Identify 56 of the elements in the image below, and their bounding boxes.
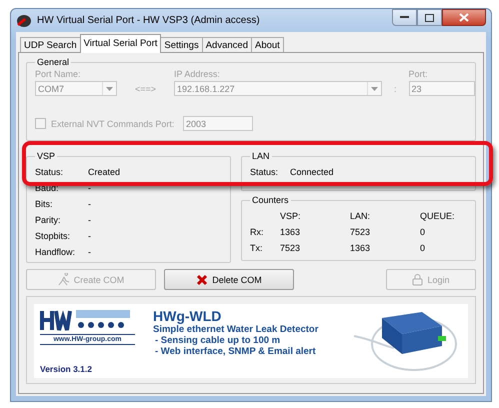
column-header: QUEUE: <box>420 211 456 221</box>
colon-text: : <box>393 84 398 96</box>
tab[interactable]: UDP Search <box>20 37 81 53</box>
feature-text: - Sensing cable up to 100 m <box>154 335 282 346</box>
close-icon <box>459 13 469 22</box>
field-label: IP Address: <box>174 69 221 79</box>
group-title: VSP <box>36 151 56 161</box>
field-label: Port: <box>408 69 429 79</box>
field-label: Status: <box>250 167 280 177</box>
tab[interactable]: About <box>250 37 284 53</box>
app-logo-icon <box>16 14 32 28</box>
row-label: Tx: <box>250 243 264 253</box>
field-label: Handflow: <box>35 247 76 257</box>
field-value: - <box>88 199 92 209</box>
x-icon <box>196 274 208 286</box>
field-value: Created <box>88 167 122 177</box>
counter-value: 7523 <box>280 243 302 253</box>
field-label: Bits: <box>35 199 54 209</box>
field-value: - <box>88 183 92 193</box>
version-text: Version 3.1.2 <box>40 364 93 374</box>
dropdown-arrow-icon <box>106 86 113 90</box>
minimize-icon <box>400 16 409 19</box>
walking-figure-icon <box>58 273 70 286</box>
product-name: HWg-WLD <box>153 308 222 324</box>
field-label: Parity: <box>35 215 62 225</box>
padlock-icon <box>412 273 424 286</box>
group-title: General <box>36 57 70 67</box>
feature-text: - Web interface, SNMP & Email alert <box>154 346 317 357</box>
minimize-button[interactable] <box>392 9 417 26</box>
field-label: Stopbits: <box>35 231 72 241</box>
counter-value: 0 <box>420 227 426 237</box>
field-label: Status: <box>35 167 64 177</box>
checkbox-label: External NVT Commands Port: <box>51 118 176 128</box>
row-label: Rx: <box>250 227 264 237</box>
counter-value: 0 <box>420 243 426 253</box>
product-tagline: Simple ethernet Water Leak Detector <box>153 324 318 335</box>
group-title: LAN <box>251 151 271 161</box>
maximize-button[interactable] <box>417 9 442 26</box>
column-header: VSP: <box>280 211 302 221</box>
field-value: Connected <box>290 167 335 177</box>
field-label: Port Name: <box>35 69 82 79</box>
maximize-icon <box>425 14 434 22</box>
field-value: - <box>88 231 92 241</box>
bidirectional-arrow-text: <==> <box>134 84 158 96</box>
window-title: HW Virtual Serial Port - HW VSP3 (Admin access) <box>37 15 260 26</box>
tab[interactable]: Virtual Serial Port <box>80 34 162 53</box>
dropdown-arrow-icon <box>371 86 378 90</box>
counter-value: 1363 <box>280 227 302 237</box>
column-header: LAN: <box>350 211 372 221</box>
counter-value: 7523 <box>350 227 372 237</box>
group-title: Counters <box>251 195 290 205</box>
counter-value: 1363 <box>350 243 372 253</box>
field-value: - <box>88 215 92 225</box>
delete-button[interactable]: Delete COM <box>164 269 294 290</box>
close-button[interactable] <box>442 9 486 26</box>
field-value: - <box>88 247 92 257</box>
